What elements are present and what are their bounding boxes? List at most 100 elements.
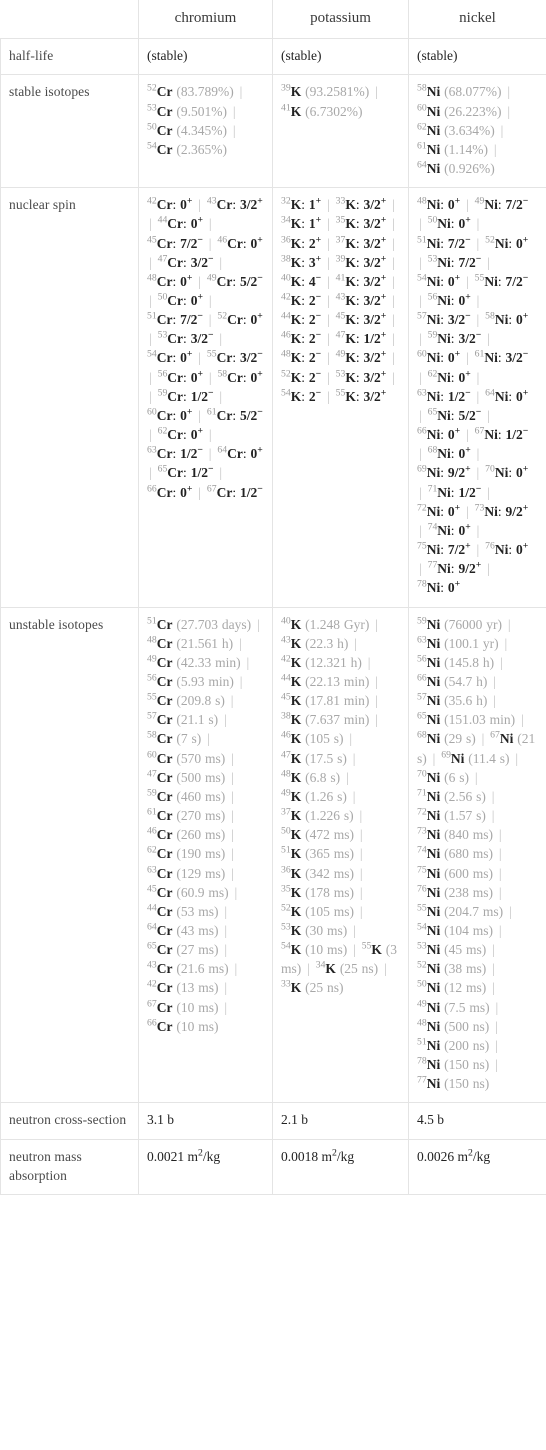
isotope-symbol: 43Cr [147, 959, 173, 977]
isotope-symbol: 39K [281, 82, 302, 100]
isotope-value: (7.5 ms) [444, 999, 490, 1015]
isotope-symbol: 48Cr [147, 272, 173, 289]
spin-value: 0+ [458, 368, 471, 385]
isotope-symbol: 74Ni [417, 844, 441, 862]
item-separator: | [224, 980, 228, 996]
isotope-symbol: 42K [281, 291, 302, 309]
isotope-symbol: 55K [361, 940, 382, 958]
isotope-value: (190 ms) [176, 846, 226, 862]
isotope-symbol: 72Ni [417, 806, 441, 824]
item-separator: | [476, 388, 480, 404]
isotope-symbol: 67Cr [206, 483, 233, 500]
spin-value: 3/2− [239, 348, 263, 366]
row-label-nuclear-spin: nuclear spin [0, 187, 139, 608]
item-separator: | [208, 293, 212, 309]
isotope-symbol: 66Cr [147, 483, 173, 500]
item-separator: | [256, 616, 260, 632]
item-separator: | [224, 903, 228, 919]
spin-value: 0+ [458, 521, 471, 538]
spin-value: 0+ [180, 406, 193, 423]
item-separator: | [520, 712, 524, 728]
element-comparison-table: chromium potassium nickel half-life (sta… [0, 0, 546, 1195]
item-separator: | [476, 235, 480, 251]
isotope-symbol: 52K [281, 902, 302, 919]
column-header-chromium: chromium [138, 0, 273, 40]
isotope-symbol: 33K [281, 978, 302, 996]
row-stable-isotopes: stable isotopes 52Cr (83.789%) | 53Cr (9… [0, 74, 546, 189]
isotope-symbol: 41K [281, 102, 302, 119]
item-separator: | [498, 846, 502, 862]
item-separator: | [208, 235, 212, 251]
item-separator: | [208, 369, 212, 385]
item-separator: | [219, 388, 223, 404]
isotope-symbol: 64Cr [147, 921, 173, 939]
row-label-neutron-mass-absorption: neutron mass absorption [0, 1138, 139, 1195]
isotope-symbol: 56Ni [427, 291, 451, 309]
spin-value: 3/2+ [363, 348, 387, 366]
isotope-symbol: 68Ni [417, 729, 441, 747]
item-separator: | [208, 312, 212, 328]
half-life-nickel: (stable) [408, 38, 546, 76]
isotope-value: (9.501%) [176, 103, 227, 119]
spin-value: 3/2+ [363, 368, 387, 385]
isotope-symbol: 66Ni [417, 672, 441, 689]
item-separator: | [492, 961, 495, 977]
item-separator: | [224, 942, 228, 958]
isotope-symbol: 36K [281, 234, 302, 251]
item-separator: | [392, 235, 395, 251]
item-separator: | [487, 484, 490, 500]
isotope-symbol: 59Ni [417, 615, 441, 632]
spin-value: 3/2+ [239, 195, 263, 213]
row-label-half-life: half-life [0, 38, 139, 76]
item-separator: | [353, 942, 356, 958]
isotope-symbol: 69Ni [441, 749, 465, 766]
isotope-symbol: 51Ni [417, 234, 441, 251]
item-separator: | [375, 712, 378, 728]
isotope-symbol: 48K [281, 348, 302, 366]
spin-value: 3/2− [190, 253, 214, 270]
item-separator: | [149, 331, 152, 347]
isotope-value: (129 ms) [176, 865, 226, 881]
isotope-value: (43 ms) [176, 923, 219, 939]
item-separator: | [392, 293, 395, 309]
isotope-value: (104 ms) [444, 923, 493, 939]
spin-value: 0+ [447, 425, 461, 443]
isotope-symbol: 60Cr [147, 749, 173, 766]
isotope-symbol: 44Cr [147, 902, 173, 919]
isotope-symbol: 45K [281, 691, 302, 709]
isotope-symbol: 59Cr [157, 387, 184, 404]
isotope-symbol: 54K [281, 940, 302, 958]
isotope-value: (151.03 min) [444, 712, 516, 728]
isotope-value: (27.703 days) [176, 616, 252, 632]
isotope-symbol: 32K [281, 195, 302, 213]
spin-value: 0+ [190, 425, 203, 443]
item-separator: | [198, 484, 201, 500]
column-header-potassium: potassium [272, 0, 409, 40]
isotope-value: (13 ms) [176, 980, 219, 996]
isotope-symbol: 56Cr [157, 368, 184, 385]
isotope-value: (3.634%) [444, 122, 495, 138]
isotope-symbol: 70Ni [417, 768, 441, 785]
item-separator: | [476, 465, 480, 481]
spin-value: 3/2− [458, 329, 482, 347]
isotope-symbol: 75Ni [417, 540, 441, 558]
item-separator: | [231, 788, 234, 804]
nuclear-spin-nickel: 48Ni: 0+ | 49Ni: 7/2− | 50Ni: 0+ | 51Ni:… [408, 187, 546, 608]
item-separator: | [419, 522, 422, 538]
isotope-value: (42.33 min) [176, 654, 241, 670]
item-separator: | [476, 542, 480, 558]
isotope-symbol: 54Ni [417, 272, 441, 289]
isotope-symbol: 51Ni [417, 1036, 441, 1053]
neutron-mass-absorption-potassium: 0.0018 m2/kg [272, 1138, 409, 1195]
isotope-symbol: 61Cr [147, 806, 173, 824]
item-separator: | [419, 331, 422, 347]
isotope-symbol: 65Ni [427, 406, 451, 423]
spin-value: 3+ [308, 253, 322, 270]
item-separator: | [487, 331, 490, 347]
isotope-value: (83.789%) [176, 84, 234, 100]
isotope-symbol: 70Ni [485, 463, 509, 481]
isotope-symbol: 62Ni [417, 121, 441, 138]
isotope-symbol: 76Ni [417, 883, 441, 900]
item-separator: | [352, 750, 356, 766]
isotope-symbol: 49K [281, 787, 302, 804]
